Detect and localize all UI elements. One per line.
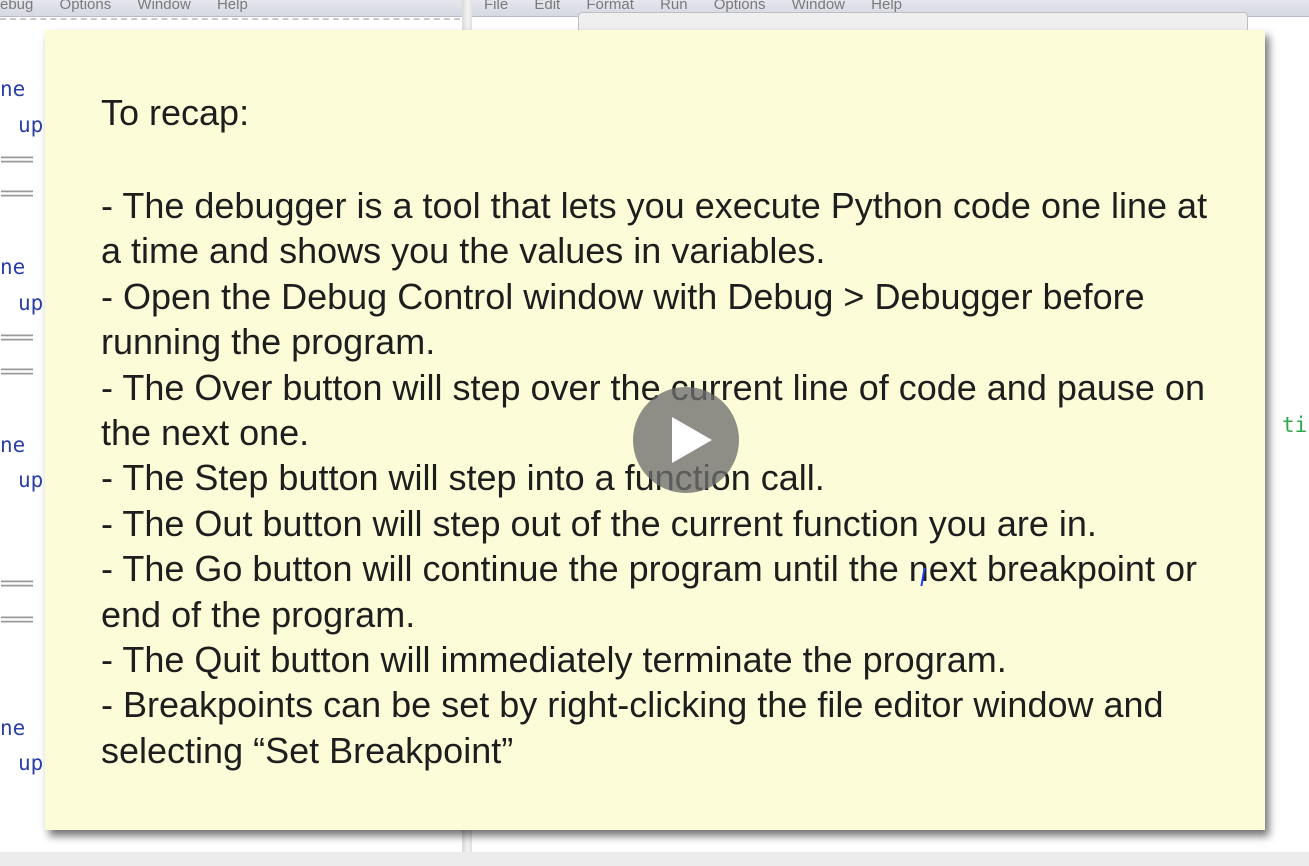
dashed-separator — [0, 18, 460, 20]
code-fragment: up — [18, 113, 44, 137]
menu-item-help[interactable]: Help — [871, 0, 902, 12]
recap-point: - Breakpoints can be set by right-clicki… — [101, 684, 1164, 771]
equals-separator: === — [0, 147, 34, 171]
recap-point: - The Quit button will immediately termi… — [101, 639, 1007, 681]
menu-item-options[interactable]: Options — [60, 0, 112, 12]
video-play-button[interactable] — [633, 387, 739, 493]
play-icon — [672, 417, 712, 463]
menu-item-edit[interactable]: Edit — [534, 0, 560, 12]
menu-item-window[interactable]: Window — [792, 0, 845, 12]
slide-title: To recap: — [101, 92, 250, 133]
code-fragment: up — [18, 468, 44, 492]
recap-point: - The debugger is a tool that lets you e… — [101, 185, 1208, 272]
menu-item-run[interactable]: Run — [660, 0, 688, 12]
code-fragment: ne — [0, 77, 26, 101]
code-fragment: ne — [0, 255, 26, 279]
left-menubar: ebug Options Window Help — [0, 0, 468, 17]
code-fragment: up — [18, 751, 44, 775]
menu-item-window[interactable]: Window — [137, 0, 190, 12]
equals-separator: === — [0, 607, 34, 631]
menu-item-format[interactable]: Format — [586, 0, 634, 12]
code-fragment: up — [18, 291, 44, 315]
equals-separator: === — [0, 181, 34, 205]
recap-point: - The Out button will step out of the cu… — [101, 502, 1097, 544]
recap-point: - Open the Debug Control window with Deb… — [101, 275, 1145, 363]
code-fragment: ne — [0, 433, 26, 457]
code-fragment: ti — [1282, 413, 1308, 437]
equals-separator: === — [0, 359, 34, 383]
menu-item-options[interactable]: Options — [714, 0, 766, 12]
equals-separator: === — [0, 325, 34, 349]
menu-item-file[interactable]: File — [484, 0, 508, 12]
menu-item-help[interactable]: Help — [217, 0, 248, 12]
equals-separator: === — [0, 571, 34, 595]
menu-item-debug[interactable]: ebug — [0, 0, 33, 12]
bottom-status-strip — [0, 852, 1309, 866]
recap-point: - The Go button will continue the progra… — [101, 548, 1197, 635]
code-fragment: ne — [0, 716, 26, 740]
